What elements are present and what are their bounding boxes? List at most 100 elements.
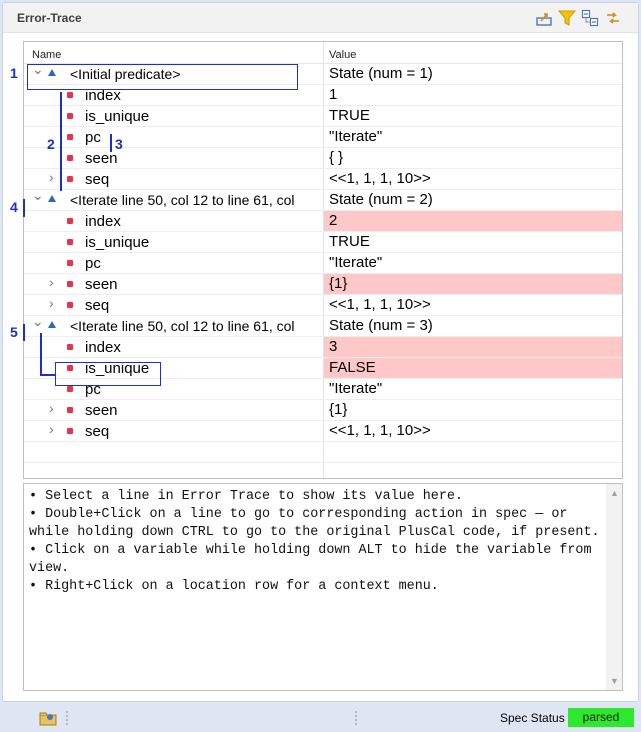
variable-row[interactable]: index 3 — [24, 337, 622, 358]
state-row[interactable]: ⌄ <Iterate line 50, col 12 to line 61, co… — [24, 190, 622, 211]
expand-chevron-icon[interactable]: › — [49, 421, 54, 437]
expand-chevron-icon[interactable]: › — [49, 400, 54, 416]
annotation-2: 2 — [47, 136, 55, 152]
variable-value: {1} — [329, 401, 348, 418]
status-folder-icon[interactable] — [38, 709, 58, 727]
variable-row[interactable]: seen { } — [24, 148, 622, 169]
state-triangle-icon — [48, 321, 56, 328]
expand-chevron-icon[interactable]: › — [49, 169, 54, 185]
variable-icon — [67, 176, 73, 182]
variable-row[interactable]: pc "Iterate" — [24, 127, 622, 148]
changed-value-highlight — [324, 337, 622, 358]
state-label: <Iterate line 50, col 12 to line 61, col — [70, 318, 295, 334]
state-triangle-icon — [48, 195, 56, 202]
variable-row[interactable]: › seq <<1, 1, 1, 10>> — [24, 169, 622, 190]
spec-status-value[interactable]: parsed — [568, 708, 634, 727]
expand-chevron-icon[interactable]: › — [49, 295, 54, 311]
state-value: State (num = 2) — [329, 191, 433, 208]
variable-name: seq — [85, 171, 110, 188]
variable-name: is_unique — [85, 108, 150, 125]
variable-name: pc — [85, 129, 101, 146]
variable-row[interactable]: index 2 — [24, 211, 622, 232]
annotation-marker-5 — [23, 324, 25, 341]
variable-row[interactable]: › seq <<1, 1, 1, 10>> — [24, 295, 622, 316]
variable-name: seen — [85, 150, 118, 167]
annotation-connector-5-vertical — [40, 333, 42, 375]
variable-icon — [67, 92, 73, 98]
variable-name: index — [85, 213, 121, 230]
collapse-chevron-icon[interactable]: ⌄ — [32, 316, 44, 330]
variable-icon — [67, 428, 73, 434]
annotation-bracket-2 — [60, 92, 62, 191]
status-grip-middle — [355, 710, 357, 726]
panel-title: Error-Trace — [17, 11, 82, 25]
scroll-down-arrow-icon[interactable]: ▼ — [610, 676, 619, 686]
variable-value: TRUE — [329, 233, 370, 250]
variable-row[interactable]: is_unique TRUE — [24, 106, 622, 127]
annotation-marker-4 — [23, 199, 25, 217]
column-header-name[interactable]: Name — [32, 49, 61, 61]
panel-header: Error-Trace — [3, 3, 638, 33]
variable-icon — [67, 155, 73, 161]
variable-name: seq — [85, 297, 110, 314]
variable-icon — [67, 281, 73, 287]
annotation-4: 4 — [10, 199, 18, 215]
variable-value: "Iterate" — [329, 254, 383, 271]
variable-value: <<1, 1, 1, 10>> — [329, 422, 431, 439]
variable-value: 3 — [329, 338, 338, 355]
variable-name: seen — [85, 276, 118, 293]
annotation-connector-5-horizontal — [40, 374, 55, 376]
trace-tree[interactable]: Name Value ⌄ <Initial predicate> State (nu… — [23, 41, 623, 479]
changed-value-highlight — [324, 274, 622, 295]
annotation-box-1 — [27, 64, 298, 90]
variable-value: <<1, 1, 1, 10>> — [329, 296, 431, 313]
variable-value: "Iterate" — [329, 128, 383, 145]
variable-value: <<1, 1, 1, 10>> — [329, 170, 431, 187]
variable-value: 1 — [329, 86, 338, 103]
collapse-chevron-icon[interactable]: ⌄ — [32, 190, 44, 204]
variable-value: TRUE — [329, 107, 370, 124]
export-icon[interactable] — [535, 9, 553, 27]
variable-name: is_unique — [85, 234, 150, 251]
annotation-cursor-3 — [110, 134, 112, 152]
variable-row[interactable]: › seen {1} — [24, 274, 622, 295]
status-bar: Spec Status : parsed — [0, 704, 641, 732]
variable-name: seen — [85, 402, 118, 419]
variable-name: index — [85, 339, 121, 356]
variable-name: seq — [85, 423, 110, 440]
variable-value: FALSE — [329, 359, 376, 376]
collapse-all-icon[interactable] — [581, 9, 599, 27]
spec-status-label: Spec Status : — [500, 711, 572, 725]
variable-icon — [67, 407, 73, 413]
annotation-1: 1 — [10, 65, 18, 81]
variable-row[interactable]: › seen {1} — [24, 400, 622, 421]
variable-value: {1} — [329, 275, 348, 292]
variable-icon — [67, 239, 73, 245]
variable-icon — [67, 134, 73, 140]
column-header-value[interactable]: Value — [329, 49, 356, 61]
variable-icon — [67, 260, 73, 266]
variable-row[interactable]: › seq <<1, 1, 1, 10>> — [24, 421, 622, 442]
state-value: State (num = 3) — [329, 317, 433, 334]
annotation-3: 3 — [115, 136, 123, 152]
state-value: State (num = 1) — [329, 65, 433, 82]
variable-value: "Iterate" — [329, 380, 383, 397]
value-info-pane[interactable]: • Select a line in Error Trace to show i… — [23, 483, 623, 691]
variable-value: 2 — [329, 212, 338, 229]
variable-value: { } — [329, 149, 344, 166]
info-scrollbar[interactable]: ▲ ▼ — [606, 484, 622, 690]
info-text: • Select a line in Error Trace to show i… — [29, 489, 600, 595]
expand-chevron-icon[interactable]: › — [49, 274, 54, 290]
variable-row[interactable]: pc "Iterate" — [24, 253, 622, 274]
annotation-5: 5 — [10, 324, 18, 340]
filter-icon[interactable] — [558, 9, 576, 27]
error-trace-panel: Error-Trace Name Value ⌄ <Initial predica… — [2, 2, 639, 702]
variable-name: pc — [85, 255, 101, 272]
scroll-up-arrow-icon[interactable]: ▲ — [610, 488, 619, 498]
state-row[interactable]: ⌄ <Iterate line 50, col 12 to line 61, co… — [24, 316, 622, 337]
variable-icon — [67, 218, 73, 224]
state-label: <Iterate line 50, col 12 to line 61, col — [70, 192, 295, 208]
link-icon[interactable] — [604, 9, 622, 27]
variable-icon — [67, 113, 73, 119]
variable-row[interactable]: is_unique TRUE — [24, 232, 622, 253]
